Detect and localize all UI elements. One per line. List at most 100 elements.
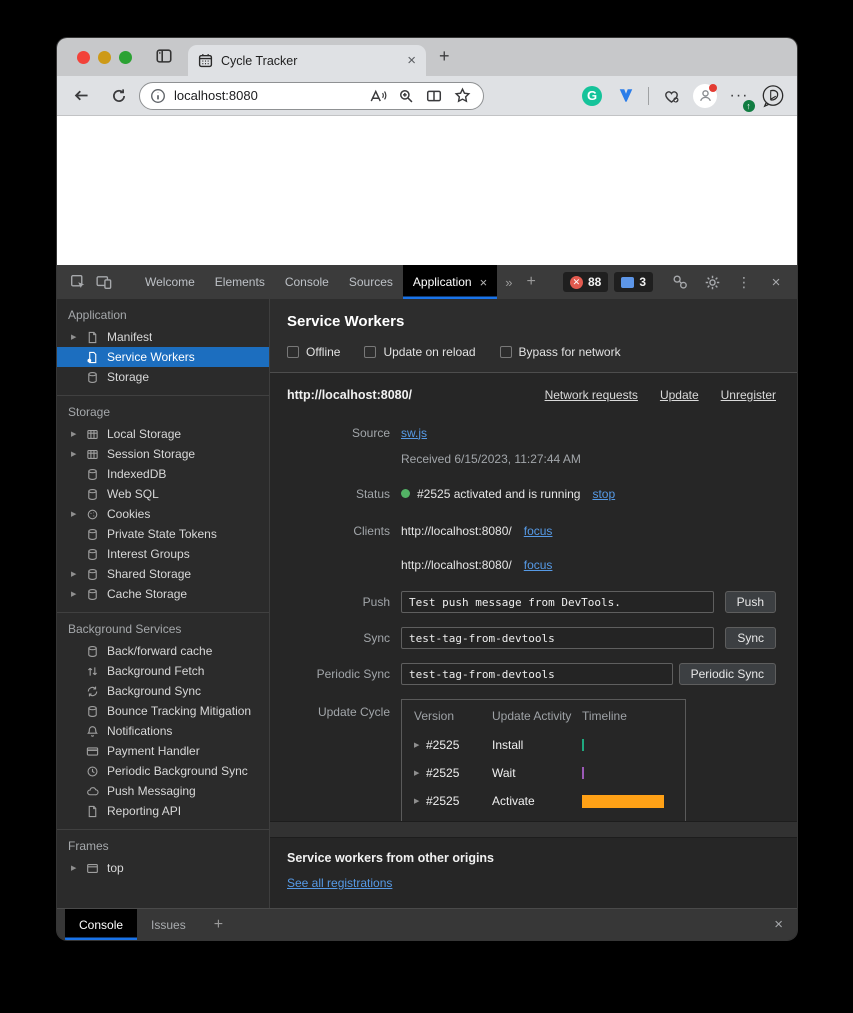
tab-welcome[interactable]: Welcome (135, 265, 205, 299)
zoom-icon[interactable] (395, 85, 417, 107)
issues-badge[interactable]: 3 (614, 272, 653, 292)
sidebar-item-payment-handler[interactable]: Payment Handler (57, 741, 269, 761)
sidebar-item-top-frame[interactable]: ▶ top (57, 858, 269, 878)
sync-row: Sync Sync (287, 627, 776, 649)
sidebar-item-indexeddb[interactable]: IndexedDB (57, 464, 269, 484)
browser-tab[interactable]: Cycle Tracker × (188, 45, 426, 76)
checkbox-box[interactable] (287, 346, 299, 358)
drawer-tab-console[interactable]: Console (65, 909, 137, 940)
add-drawer-tab-icon[interactable]: + (214, 916, 223, 934)
sidebar-item-cache-storage[interactable]: ▶ Cache Storage (57, 584, 269, 604)
push-button[interactable]: Push (725, 591, 776, 613)
sidebar-item-interest-groups[interactable]: Interest Groups (57, 544, 269, 564)
v-extension-icon[interactable] (614, 84, 638, 108)
sync-input[interactable] (401, 627, 714, 649)
sidebar-item-private-state-tokens[interactable]: Private State Tokens (57, 524, 269, 544)
push-input[interactable] (401, 591, 714, 613)
sidebar-item-local-storage[interactable]: ▶ Local Storage (57, 424, 269, 444)
close-drawer-icon[interactable]: × (774, 916, 783, 933)
browser-essentials-icon[interactable] (659, 84, 683, 108)
see-all-registrations-link[interactable]: See all registrations (287, 876, 392, 890)
address-bar[interactable]: localhost:8080 (139, 82, 484, 110)
sidebar-item-manifest[interactable]: ▶ Manifest (57, 327, 269, 347)
sidebar-item-shared-storage[interactable]: ▶ Shared Storage (57, 564, 269, 584)
expand-arrow-icon[interactable]: ▶ (71, 450, 85, 458)
maximize-window-button[interactable] (119, 51, 132, 64)
drawer-tab-issues[interactable]: Issues (137, 909, 200, 940)
expand-arrow-icon[interactable]: ▶ (414, 769, 426, 777)
sidebar-item-periodic-background-sync[interactable]: Periodic Background Sync (57, 761, 269, 781)
sidebar-item-web-sql[interactable]: Web SQL (57, 484, 269, 504)
tab-sources[interactable]: Sources (339, 265, 403, 299)
sidebar-item-push-messaging[interactable]: Push Messaging (57, 781, 269, 801)
settings-more-icon[interactable]: ···↑ (727, 84, 751, 108)
copilot-icon[interactable] (761, 84, 785, 108)
split-screen-icon[interactable] (423, 85, 445, 107)
periodic-sync-input[interactable] (401, 663, 673, 685)
tab-close-icon[interactable]: × (407, 53, 416, 68)
web-page-viewport[interactable] (57, 116, 797, 265)
checkbox-box[interactable] (364, 346, 376, 358)
site-info-icon[interactable] (150, 88, 166, 104)
minimize-window-button[interactable] (98, 51, 111, 64)
sidebar-item-background-sync[interactable]: Background Sync (57, 681, 269, 701)
tab-application-close-icon[interactable]: × (480, 275, 488, 290)
error-badge[interactable]: ✕88 (563, 272, 608, 292)
tab-console[interactable]: Console (275, 265, 339, 299)
expand-arrow-icon[interactable]: ▶ (414, 797, 426, 805)
sidebar-item-session-storage[interactable]: ▶ Session Storage (57, 444, 269, 464)
source-file-link[interactable]: sw.js (401, 426, 427, 440)
favorites-star-icon[interactable] (451, 85, 473, 107)
expand-arrow-icon[interactable]: ▶ (71, 430, 85, 438)
sidebar-item-storage[interactable]: Storage (57, 367, 269, 387)
tab-application[interactable]: Application× (403, 265, 497, 299)
update-link[interactable]: Update (660, 388, 699, 402)
periodic-sync-button[interactable]: Periodic Sync (679, 663, 776, 685)
sidebar-item-service-workers[interactable]: Service Workers (57, 347, 269, 367)
network-requests-link[interactable]: Network requests (545, 388, 638, 402)
offline-checkbox[interactable]: Offline (287, 345, 340, 359)
checkbox-box[interactable] (500, 346, 512, 358)
focus-link[interactable]: focus (524, 558, 553, 572)
profile-avatar[interactable] (693, 84, 717, 108)
sidebar-item-reporting-api[interactable]: Reporting API (57, 801, 269, 821)
bypass-for-network-checkbox[interactable]: Bypass for network (500, 345, 621, 359)
focus-link[interactable]: focus (524, 524, 553, 538)
grammarly-extension-icon[interactable]: G (580, 84, 604, 108)
refresh-icon[interactable] (107, 84, 131, 108)
inspect-element-icon[interactable] (65, 269, 91, 295)
toolbar-separator (648, 87, 649, 105)
expand-arrow-icon[interactable]: ▶ (71, 864, 85, 872)
device-toolbar-icon[interactable] (91, 269, 117, 295)
table-row-install[interactable]: ▶ #2525 Install (402, 731, 685, 759)
expand-arrow-icon[interactable]: ▶ (71, 510, 85, 518)
devtools-menu-icon[interactable]: ⋮ (731, 269, 757, 295)
unregister-link[interactable]: Unregister (721, 388, 776, 402)
table-row-wait[interactable]: ▶ #2525 Wait (402, 759, 685, 787)
table-row-activate[interactable]: ▶ #2525 Activate (402, 787, 685, 815)
expand-arrow-icon[interactable]: ▶ (71, 590, 85, 598)
sidebar-item-background-fetch[interactable]: Background Fetch (57, 661, 269, 681)
more-tabs-icon[interactable]: » (497, 275, 520, 290)
expand-arrow-icon[interactable]: ▶ (414, 741, 426, 749)
add-devtools-tab-icon[interactable]: + (520, 273, 541, 291)
linked-devices-icon[interactable] (667, 269, 693, 295)
expand-arrow-icon[interactable]: ▶ (71, 570, 85, 578)
close-devtools-icon[interactable]: × (763, 269, 789, 295)
new-tab-button[interactable]: + (439, 47, 450, 65)
back-icon[interactable] (69, 84, 93, 108)
read-aloud-icon[interactable] (367, 85, 389, 107)
sidebar-item-back-forward-cache[interactable]: Back/forward cache (57, 641, 269, 661)
stop-link[interactable]: stop (592, 487, 615, 501)
tab-elements[interactable]: Elements (205, 265, 275, 299)
sidebar-item-bounce-tracking-mitigation[interactable]: Bounce Tracking Mitigation (57, 701, 269, 721)
settings-gear-icon[interactable] (699, 269, 725, 295)
sidebar-item-cookies[interactable]: ▶ Cookies (57, 504, 269, 524)
url-text[interactable]: localhost:8080 (174, 88, 361, 103)
expand-arrow-icon[interactable]: ▶ (71, 333, 85, 341)
update-on-reload-checkbox[interactable]: Update on reload (364, 345, 475, 359)
sidebar-item-notifications[interactable]: Notifications (57, 721, 269, 741)
close-window-button[interactable] (77, 51, 90, 64)
tab-actions-menu-icon[interactable] (155, 47, 173, 65)
sync-button[interactable]: Sync (725, 627, 776, 649)
